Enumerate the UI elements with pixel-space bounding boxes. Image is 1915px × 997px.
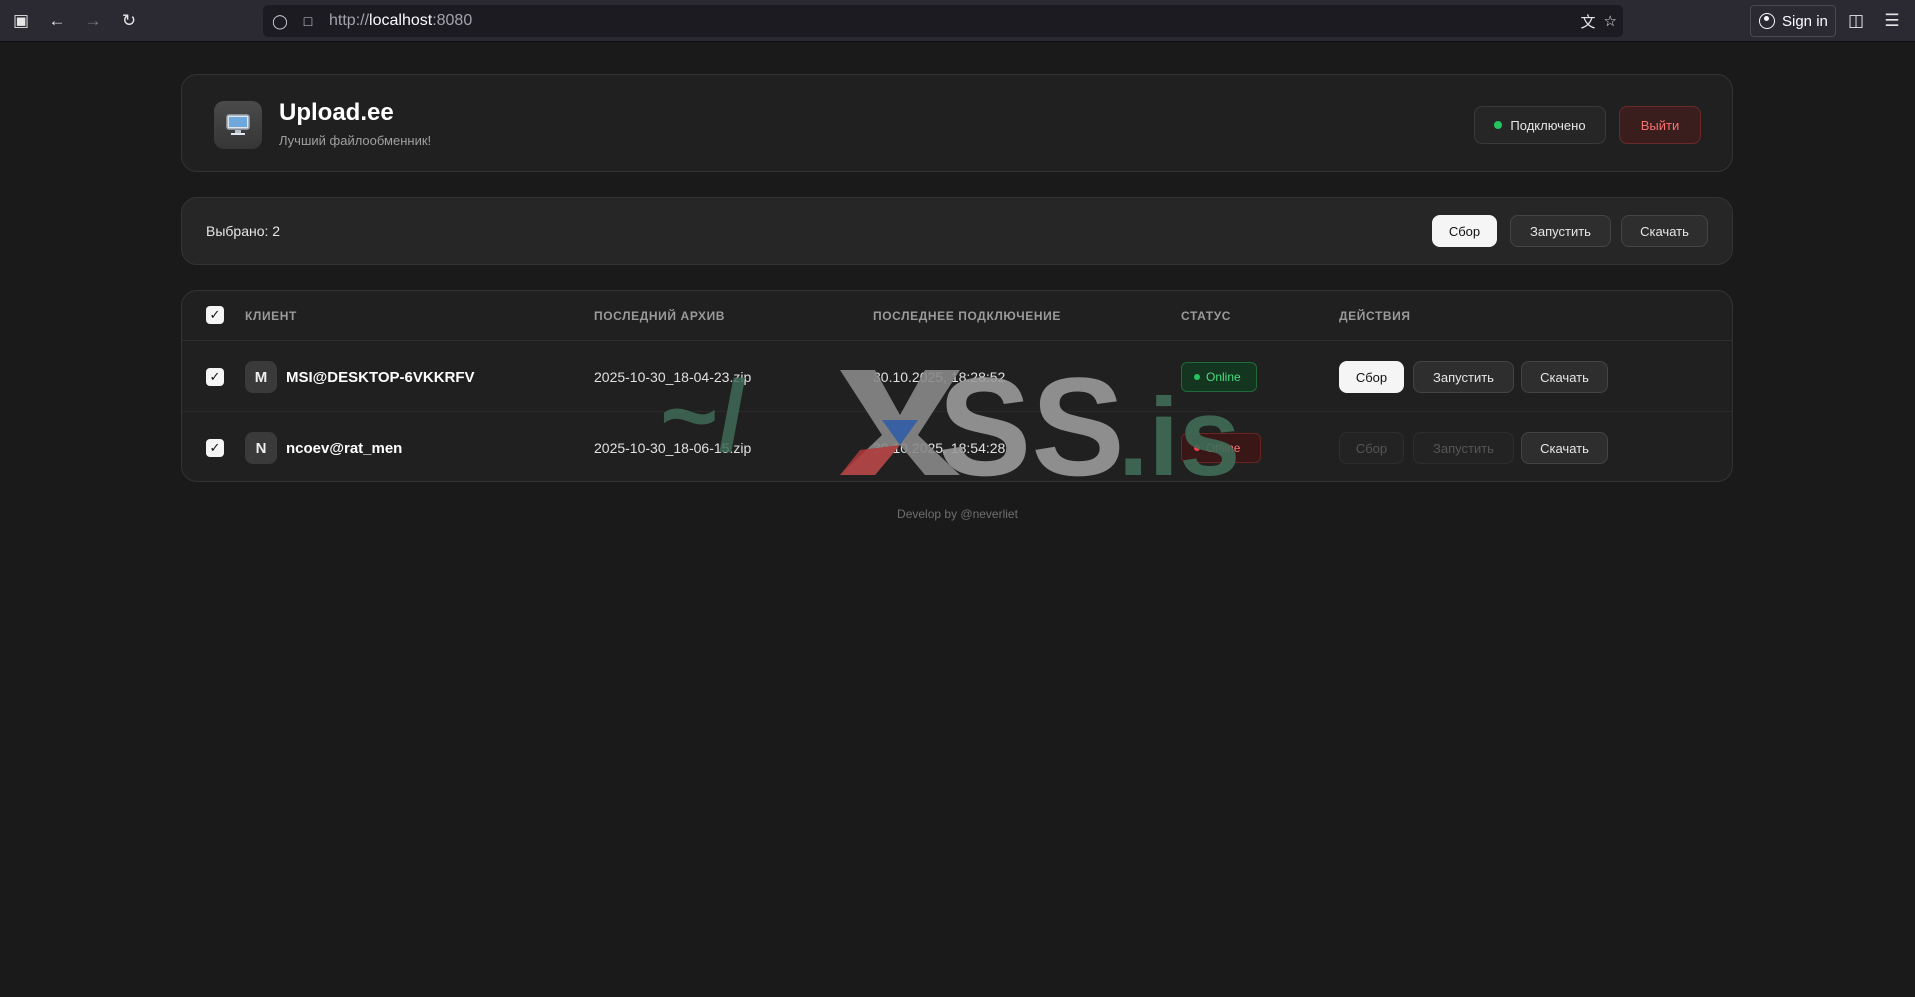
row-checkbox[interactable]: ✓ xyxy=(206,368,224,386)
bulk-download-button[interactable]: Скачать xyxy=(1621,215,1708,247)
connection-status-badge: Подключено xyxy=(1474,106,1606,144)
selection-bar: Выбрано: 2 Сбор Запустить Скачать xyxy=(181,197,1733,265)
footer-credit: Develop by @neverliet xyxy=(0,507,1915,521)
select-all-checkbox[interactable]: ✓ xyxy=(206,306,224,324)
sidebar-icon[interactable]: ▣ xyxy=(3,3,39,39)
bulk-collect-button[interactable]: Сбор xyxy=(1432,215,1497,247)
url-host: localhost xyxy=(369,12,433,29)
sign-in-button[interactable]: Sign in xyxy=(1750,5,1836,37)
run-button: Запустить xyxy=(1413,432,1514,464)
url-protocol: http:// xyxy=(329,12,370,29)
translate-icon[interactable]: 文 xyxy=(1581,11,1596,32)
account-icon xyxy=(1759,13,1775,29)
client-name: MSI@DESKTOP-6VKKRFV xyxy=(286,369,475,386)
back-icon[interactable]: ← xyxy=(39,3,75,39)
col-actions: ДЕЙСТВИЯ xyxy=(1339,309,1411,323)
bookmark-star-icon[interactable]: ☆ xyxy=(1604,12,1617,30)
col-last-connection: ПОСЛЕДНЕЕ ПОДКЛЮЧЕНИЕ xyxy=(873,309,1061,323)
status-dot-icon xyxy=(1194,445,1200,451)
last-connection: 30.10.2025, 18:54:28 xyxy=(873,440,1006,456)
page-info-icon[interactable]: □ xyxy=(297,13,319,29)
forward-icon[interactable]: → xyxy=(75,3,111,39)
archive-name[interactable]: 2025-10-30_18-06-15.zip xyxy=(594,440,751,456)
connection-status-text: Подключено xyxy=(1510,117,1586,133)
last-connection: 30.10.2025, 18:28:52 xyxy=(873,369,1006,385)
bulk-run-button[interactable]: Запустить xyxy=(1510,215,1611,247)
monitor-icon xyxy=(214,101,262,149)
collect-button: Сбор xyxy=(1339,432,1404,464)
avatar: N xyxy=(245,432,277,464)
status-badge: Online xyxy=(1181,362,1257,392)
col-status: СТАТУС xyxy=(1181,309,1232,323)
table-header: ✓ КЛИЕНТ ПОСЛЕДНИЙ АРХИВ ПОСЛЕДНЕЕ ПОДКЛ… xyxy=(182,291,1732,341)
archive-name[interactable]: 2025-10-30_18-04-23.zip xyxy=(594,369,751,385)
client-name: ncoev@rat_men xyxy=(286,440,403,457)
browser-toolbar: ▣ ← → ↻ ◯ □ http://localhost:8080 文 ☆ Si… xyxy=(0,0,1915,42)
table-row: ✓ M MSI@DESKTOP-6VKKRFV 2025-10-30_18-04… xyxy=(182,341,1732,412)
sign-in-label: Sign in xyxy=(1782,12,1828,30)
status-text: Online xyxy=(1206,370,1241,384)
status-dot-icon xyxy=(1494,121,1503,129)
url-text[interactable]: http://localhost:8080 xyxy=(329,12,472,30)
shield-icon[interactable]: ◯ xyxy=(269,13,291,30)
menu-icon[interactable]: ☰ xyxy=(1874,3,1910,39)
header-card: Upload.ee Лучший файлообменник! Подключе… xyxy=(181,74,1733,172)
reload-icon[interactable]: ↻ xyxy=(111,3,147,39)
col-archive: ПОСЛЕДНИЙ АРХИВ xyxy=(594,309,726,323)
extensions-icon[interactable]: ◫ xyxy=(1838,3,1874,39)
address-bar[interactable]: ◯ □ http://localhost:8080 文 ☆ xyxy=(263,5,1623,37)
collect-button[interactable]: Сбор xyxy=(1339,361,1404,393)
table-row: ✓ N ncoev@rat_men 2025-10-30_18-06-15.zi… xyxy=(182,412,1732,483)
status-dot-icon xyxy=(1194,374,1200,380)
download-button[interactable]: Скачать xyxy=(1521,361,1608,393)
status-badge: Offline xyxy=(1181,433,1261,463)
footer-text: Develop by @neverliet xyxy=(897,507,1018,521)
app-title: Upload.ee xyxy=(279,99,394,126)
url-port: :8080 xyxy=(432,12,473,29)
app-subtitle: Лучший файлообменник! xyxy=(279,133,432,148)
avatar: M xyxy=(245,361,277,393)
run-button[interactable]: Запустить xyxy=(1413,361,1514,393)
logout-button[interactable]: Выйти xyxy=(1619,106,1701,144)
col-client: КЛИЕНТ xyxy=(245,309,297,323)
status-text: Offline xyxy=(1206,441,1241,455)
selected-count: Выбрано: 2 xyxy=(206,223,281,239)
row-checkbox[interactable]: ✓ xyxy=(206,439,224,457)
download-button[interactable]: Скачать xyxy=(1521,432,1608,464)
clients-table: ✓ КЛИЕНТ ПОСЛЕДНИЙ АРХИВ ПОСЛЕДНЕЕ ПОДКЛ… xyxy=(181,290,1733,482)
